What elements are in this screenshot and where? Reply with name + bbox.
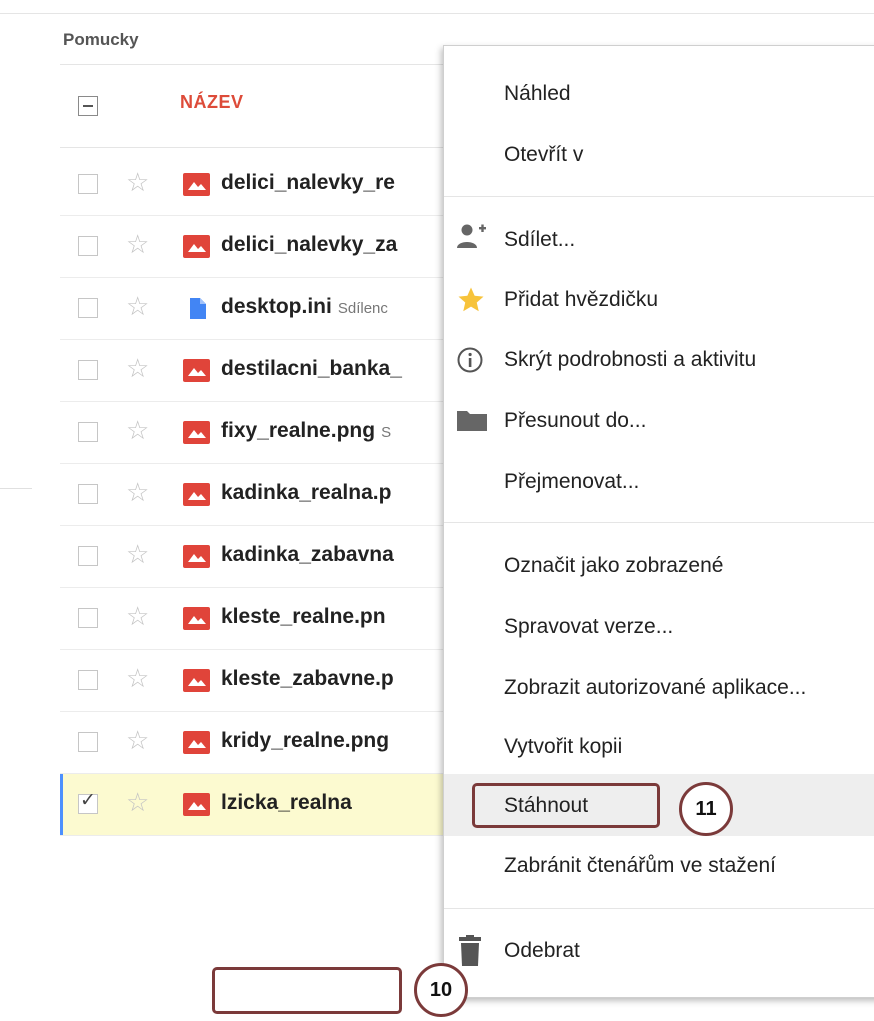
menu-item-hide-details[interactable]: Skrýt podrobnosti a aktivitu — [504, 348, 756, 372]
add-person-icon — [457, 224, 486, 248]
star-icon[interactable]: ☆ — [126, 354, 149, 382]
file-name[interactable]: kadinka_zabavna — [221, 543, 400, 567]
file-name[interactable]: delici_nalevky_za — [221, 233, 403, 257]
selection-accent — [60, 774, 63, 835]
star-icon[interactable]: ☆ — [126, 416, 149, 444]
row-checkbox[interactable] — [78, 670, 98, 690]
file-name[interactable]: fixy_realne.png S — [221, 419, 391, 443]
image-file-icon — [183, 483, 210, 506]
file-name[interactable]: destilacni_banka_ — [221, 357, 408, 381]
menu-item-share[interactable]: Sdílet... — [504, 228, 575, 252]
menu-item-add-star[interactable]: Přidat hvězdičku — [504, 288, 658, 312]
star-icon[interactable]: ☆ — [126, 602, 149, 630]
menu-item-move-to[interactable]: Přesunout do... — [504, 409, 646, 433]
image-file-icon — [183, 607, 210, 630]
menu-item-make-copy[interactable]: Vytvořit kopii — [504, 735, 622, 759]
star-icon[interactable]: ☆ — [126, 664, 149, 692]
file-name[interactable]: desktop.ini Sdílenc — [221, 295, 388, 319]
menu-item-prevent-download[interactable]: Zabránit čtenářům ve stažení — [504, 854, 776, 878]
row-checkbox[interactable] — [78, 236, 98, 256]
image-file-icon — [183, 669, 210, 692]
menu-separator — [444, 196, 874, 197]
menu-item-authorized-apps[interactable]: Zobrazit autorizované aplikace... — [504, 676, 806, 700]
image-file-icon — [183, 359, 210, 382]
menu-item-remove[interactable]: Odebrat — [504, 939, 580, 963]
menu-item-open-with[interactable]: Otevřít v — [504, 143, 583, 167]
image-file-icon — [183, 793, 210, 816]
image-file-icon — [183, 545, 210, 568]
star-icon[interactable]: ☆ — [126, 168, 149, 196]
step-10-badge: 10 — [414, 963, 468, 1017]
row-checkbox[interactable] — [78, 484, 98, 504]
star-icon[interactable]: ☆ — [126, 478, 149, 506]
file-name[interactable]: kleste_realne.pn — [221, 605, 392, 629]
document-file-icon — [190, 298, 206, 319]
menu-separator — [444, 908, 874, 909]
context-menu: Náhled Otevřít v Sdílet... Přidat hvězdi… — [443, 45, 874, 998]
star-icon[interactable]: ☆ — [126, 540, 149, 568]
checkmark-icon: ✓ — [80, 790, 96, 811]
image-file-icon — [183, 731, 210, 754]
row-checkbox[interactable] — [78, 174, 98, 194]
image-file-icon — [183, 235, 210, 258]
row-checkbox[interactable] — [78, 360, 98, 380]
row-checkbox[interactable] — [78, 732, 98, 752]
menu-separator — [444, 522, 874, 523]
row-checkbox[interactable]: ✓ — [78, 790, 98, 814]
menu-item-mark-viewed[interactable]: Označit jako zobrazené — [504, 554, 723, 578]
menu-item-manage-versions[interactable]: Spravovat verze... — [504, 615, 673, 639]
row-checkbox[interactable] — [78, 298, 98, 318]
file-callout-box — [212, 967, 402, 1014]
star-icon[interactable]: ☆ — [126, 726, 149, 754]
menu-item-rename[interactable]: Přejmenovat... — [504, 470, 639, 494]
download-callout-box — [472, 783, 660, 828]
file-name[interactable]: lzicka_realna — [221, 791, 358, 815]
image-file-icon — [183, 421, 210, 444]
file-name[interactable]: kridy_realne.png — [221, 729, 395, 753]
star-icon — [458, 287, 484, 312]
star-icon[interactable]: ☆ — [126, 292, 149, 320]
star-icon[interactable]: ☆ — [126, 788, 149, 816]
image-file-icon — [183, 173, 210, 196]
row-checkbox[interactable] — [78, 546, 98, 566]
breadcrumb[interactable]: Pomucky — [63, 30, 139, 50]
top-divider — [0, 13, 874, 14]
folder-icon — [457, 411, 487, 431]
select-all-checkbox[interactable] — [78, 96, 98, 116]
menu-item-preview[interactable]: Náhled — [504, 82, 571, 106]
row-checkbox[interactable] — [78, 422, 98, 442]
left-divider — [0, 488, 32, 489]
row-checkbox[interactable] — [78, 608, 98, 628]
step-11-badge: 11 — [679, 782, 733, 836]
column-header-name[interactable]: NÁZEV — [180, 92, 244, 113]
info-icon — [457, 347, 483, 373]
star-icon[interactable]: ☆ — [126, 230, 149, 258]
trash-icon — [459, 935, 481, 966]
file-name[interactable]: delici_nalevky_re — [221, 171, 401, 195]
file-name[interactable]: kleste_zabavne.p — [221, 667, 400, 691]
file-name[interactable]: kadinka_realna.p — [221, 481, 397, 505]
